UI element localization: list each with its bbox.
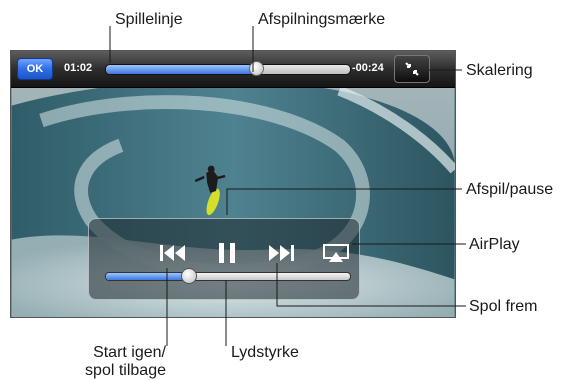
elapsed-time: 01:02 xyxy=(64,62,93,74)
airplay-icon[interactable] xyxy=(322,243,350,265)
playhead[interactable] xyxy=(249,61,265,76)
callout-volume: Lydstyrke xyxy=(231,344,299,361)
callout-scrubber-bar: Spillelinje xyxy=(115,11,183,28)
scale-icon xyxy=(405,62,419,76)
volume-thumb[interactable] xyxy=(180,268,197,284)
previous-icon[interactable] xyxy=(157,242,191,264)
volume-slider[interactable] xyxy=(105,268,351,284)
callout-fast-forward: Spol frem xyxy=(469,298,538,315)
next-icon[interactable] xyxy=(263,242,297,264)
callout-playhead: Afspilningsmærke xyxy=(258,11,386,28)
callout-airplay: AirPlay xyxy=(469,236,520,253)
callout-restart-line1: Start igen/ xyxy=(93,344,166,361)
remaining-time: -00:24 xyxy=(352,62,384,74)
callout-scale: Skalering xyxy=(466,62,533,79)
scrubber-bar[interactable] xyxy=(105,61,351,76)
callout-restart-line2: spol tilbage xyxy=(85,362,166,379)
playback-controls xyxy=(88,218,360,300)
scrubber-progress xyxy=(106,65,258,74)
callout-restart: Start igen/ spol tilbage xyxy=(74,344,166,380)
pause-icon[interactable] xyxy=(215,241,239,265)
top-control-bar: OK 01:02 -00:24 xyxy=(11,51,455,88)
done-button[interactable]: OK xyxy=(17,58,53,80)
volume-level xyxy=(106,273,189,280)
callout-play-pause: Afspil/pause xyxy=(466,181,554,198)
scale-button[interactable] xyxy=(394,55,430,83)
video-player: OK 01:02 -00:24 xyxy=(10,50,456,318)
